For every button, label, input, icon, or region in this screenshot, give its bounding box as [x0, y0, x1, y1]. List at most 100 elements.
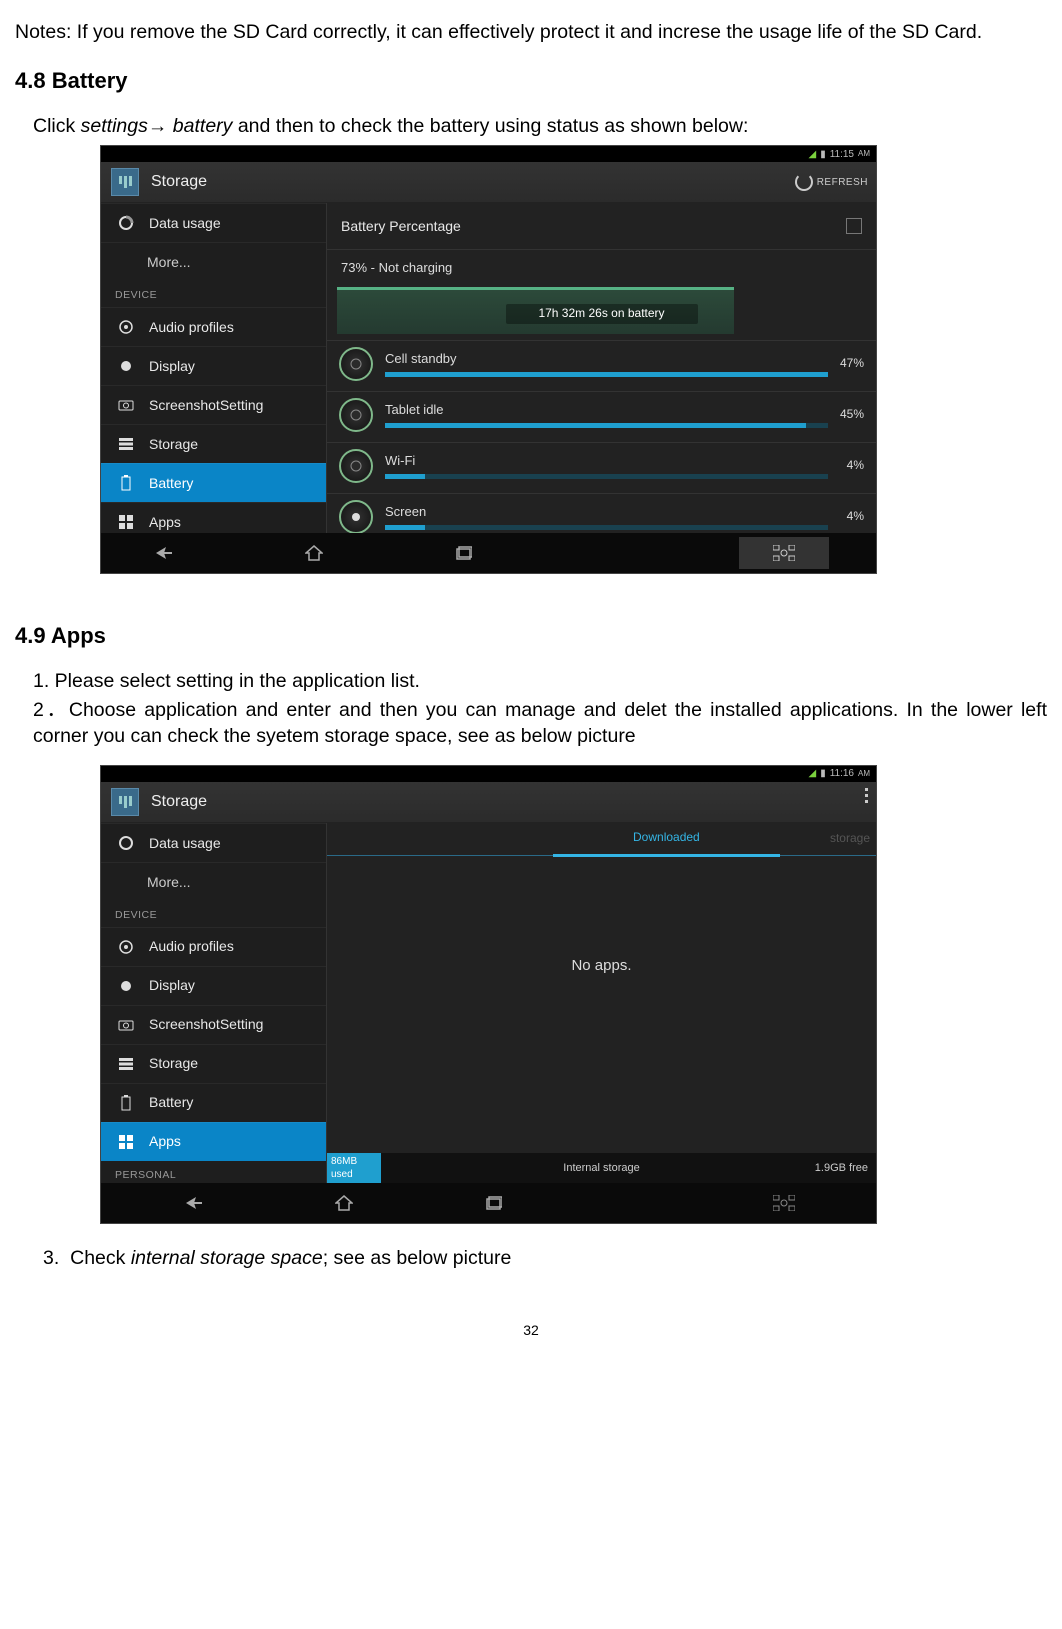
audio-icon — [117, 938, 135, 956]
apps-screenshot: ◢ ▮ 11:16 AM Storage Data usage More... … — [100, 765, 877, 1224]
battery-icon — [117, 1094, 135, 1112]
screenshot-button[interactable] — [739, 537, 829, 569]
apps-tabs: Downloaded storage — [327, 823, 876, 856]
no-apps-label: No apps. — [327, 856, 876, 976]
sidebar-label: Storage — [149, 435, 198, 453]
settings-sidebar: Data usage More... DEVICE Audio profiles… — [101, 823, 327, 1183]
sidebar-header-personal: PERSONAL — [101, 1161, 326, 1183]
sidebar-item-data-usage[interactable]: Data usage — [101, 203, 326, 242]
storage-footer: 86MB used Internal storage 1.9GB free — [327, 1153, 876, 1183]
battery-icon: ▮ — [820, 148, 826, 161]
settings-icon — [111, 788, 139, 816]
storage-label: Internal storage — [563, 1161, 639, 1175]
settings-sidebar: Data usage More... DEVICE Audio profiles… — [101, 203, 327, 533]
sidebar-label: Audio profiles — [149, 318, 234, 336]
camera-icon — [117, 396, 135, 414]
storage-icon — [117, 1055, 135, 1073]
apps-step-1: 1. Please select setting in the applicat… — [33, 669, 1047, 694]
usage-pct: 4% — [828, 509, 864, 525]
battery-percentage-pref[interactable]: Battery Percentage — [327, 203, 876, 250]
display-icon — [117, 357, 135, 375]
sidebar-label: Display — [149, 357, 195, 375]
sidebar-item-data-usage[interactable]: Data usage — [101, 823, 326, 862]
sidebar-label: More... — [147, 873, 191, 891]
usage-row[interactable]: Cell standby47% — [327, 340, 876, 391]
back-button[interactable] — [179, 1191, 209, 1215]
usage-pct: 45% — [828, 407, 864, 423]
storage-icon — [117, 435, 135, 453]
sidebar-label: ScreenshotSetting — [149, 1015, 263, 1033]
usage-pct: 47% — [828, 356, 864, 372]
checkbox-icon[interactable] — [846, 218, 862, 234]
sidebar-label: Data usage — [149, 834, 221, 852]
status-bar: ◢ ▮ 11:15 AM — [101, 146, 876, 162]
tab-downloaded[interactable]: Downloaded — [553, 823, 779, 857]
camera-icon — [117, 1016, 135, 1034]
sidebar-item-apps[interactable]: Apps — [101, 502, 326, 533]
recent-button[interactable] — [449, 541, 479, 565]
sidebar-item-apps[interactable]: Apps — [101, 1122, 326, 1161]
sidebar-item-battery[interactable]: Battery — [101, 463, 326, 502]
title-bar: Storage — [101, 782, 876, 823]
battery-icon: ▮ — [820, 767, 826, 780]
sidebar-header-device: DEVICE — [101, 281, 326, 307]
refresh-icon — [795, 173, 813, 191]
apps-icon — [117, 513, 135, 531]
sidebar-item-display[interactable]: Display — [101, 346, 326, 385]
title-text: Storage — [151, 792, 207, 813]
sidebar-item-storage[interactable]: Storage — [101, 1044, 326, 1083]
sidebar-item-screenshot[interactable]: ScreenshotSetting — [101, 385, 326, 424]
usage-row[interactable]: Screen4% — [327, 493, 876, 534]
sidebar-label: Battery — [149, 1093, 193, 1111]
nav-bar — [101, 533, 876, 573]
screenshot-button[interactable] — [769, 1191, 799, 1215]
notes-text: Notes: If you remove the SD Card correct… — [15, 20, 1047, 45]
recent-button[interactable] — [479, 1191, 509, 1215]
battery-instruction: Click settings→ battery and then to chec… — [33, 114, 1047, 139]
heading-battery: 4.8 Battery — [15, 67, 1047, 96]
sidebar-item-battery[interactable]: Battery — [101, 1083, 326, 1122]
home-button[interactable] — [299, 541, 329, 565]
sidebar-item-audio[interactable]: Audio profiles — [101, 927, 326, 966]
storage-free: 1.9GB free — [815, 1161, 876, 1175]
overflow-menu[interactable] — [865, 788, 868, 803]
sidebar-item-more[interactable]: More... — [101, 862, 326, 901]
nav-bar — [101, 1183, 876, 1223]
sidebar-label: Storage — [149, 1054, 198, 1072]
sidebar-label: Audio profiles — [149, 937, 234, 955]
back-button[interactable] — [149, 541, 179, 565]
usage-bar — [385, 423, 828, 428]
sidebar-label: Battery — [149, 474, 193, 492]
sidebar-item-screenshot[interactable]: ScreenshotSetting — [101, 1005, 326, 1044]
sidebar-label: More... — [147, 253, 191, 271]
tab-storage[interactable]: storage — [780, 823, 877, 855]
apps-main-panel: Downloaded storage No apps. 86MB used In… — [327, 823, 876, 1183]
sidebar-item-storage[interactable]: Storage — [101, 424, 326, 463]
sidebar-label: Apps — [149, 1132, 181, 1150]
usage-bar — [385, 372, 828, 377]
usage-row[interactable]: Tablet idle45% — [327, 391, 876, 442]
on-battery-label: 17h 32m 26s on battery — [506, 304, 698, 324]
sidebar-header-device: DEVICE — [101, 901, 326, 927]
usage-row[interactable]: Wi-Fi4% — [327, 442, 876, 493]
pref-label: Battery Percentage — [341, 217, 461, 235]
sidebar-label: ScreenshotSetting — [149, 396, 263, 414]
sidebar-item-display[interactable]: Display — [101, 966, 326, 1005]
refresh-button[interactable]: REFRESH — [795, 162, 868, 202]
battery-icon — [117, 474, 135, 492]
usage-name: Tablet idle — [385, 402, 828, 419]
sidebar-item-audio[interactable]: Audio profiles — [101, 307, 326, 346]
usage-pct: 4% — [828, 458, 864, 474]
display-icon — [117, 977, 135, 995]
sidebar-item-more[interactable]: More... — [101, 242, 326, 281]
usage-name: Screen — [385, 504, 828, 521]
sidebar-label: Data usage — [149, 214, 221, 232]
page-number: 32 — [15, 1321, 1047, 1339]
storage-used: 86MB used — [327, 1153, 381, 1183]
battery-screenshot: ◢ ▮ 11:15 AM Storage REFRESH Data usage … — [100, 145, 877, 574]
home-button[interactable] — [329, 1191, 359, 1215]
sidebar-label: Display — [149, 976, 195, 994]
signal-icon: ◢ — [808, 767, 816, 780]
apps-step-2: 2．Choose application and enter and then … — [33, 698, 1047, 749]
usage-icon — [339, 500, 373, 534]
